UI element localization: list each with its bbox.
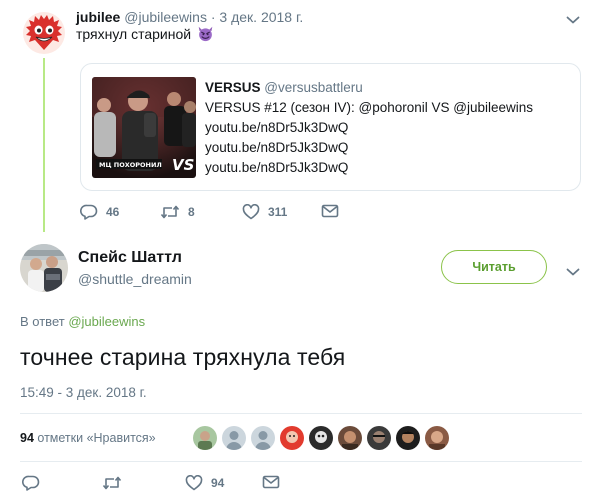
liker-avatar-image <box>396 426 420 450</box>
divider <box>20 413 582 414</box>
liker-avatar-image <box>338 426 362 450</box>
liker-avatar[interactable] <box>309 426 333 450</box>
card-link: youtu.be/n8Dr5Jk3DwQ <box>205 140 349 155</box>
default-avatar-image <box>222 426 246 450</box>
jubilee-heart-avatar-icon <box>23 12 65 54</box>
avatar[interactable] <box>20 244 68 292</box>
like-count: 94 <box>211 476 225 490</box>
parent-tweet-body: тряхнул стариной <box>76 26 192 42</box>
retweet-icon <box>102 476 122 490</box>
liker-avatar[interactable] <box>193 426 217 450</box>
retweet-icon <box>160 205 180 219</box>
liker-avatar[interactable] <box>338 426 362 450</box>
author-handle[interactable]: @shuttle_dreamin <box>78 270 192 288</box>
default-avatar-image <box>251 426 275 450</box>
chevron-down-icon <box>566 16 580 24</box>
card-thumbnail[interactable]: МЦ ПОХОРОНИЛ VS <box>92 77 196 178</box>
author-name[interactable]: jubilee <box>76 9 120 25</box>
liker-avatar-image <box>309 426 333 450</box>
header-separator: · <box>210 9 216 25</box>
retweet-count: 8 <box>188 205 195 219</box>
battle-photo-image: МЦ ПОХОРОНИЛ VS <box>92 77 196 178</box>
liker-avatar-image <box>425 426 449 450</box>
liker-avatar[interactable] <box>251 426 275 450</box>
main-tweet-menu-button[interactable] <box>566 264 580 282</box>
liker-avatar-image <box>193 426 217 450</box>
card-author-name: VERSUS <box>205 80 261 95</box>
likes-summary[interactable]: 94 отметки «Нравится» <box>20 430 156 446</box>
direct-message-button[interactable] <box>262 475 280 489</box>
envelope-icon <box>262 475 280 489</box>
retweet-button[interactable]: 8 <box>160 204 195 220</box>
envelope-icon <box>321 204 339 218</box>
chevron-down-icon <box>566 268 580 276</box>
liker-avatar-image <box>367 426 391 450</box>
card-link: youtu.be/n8Dr5Jk3DwQ <box>205 160 349 175</box>
author-handle[interactable]: @jubileewins <box>124 9 207 25</box>
retweet-button[interactable] <box>102 475 130 491</box>
reply-icon <box>80 204 98 220</box>
likes-label: отметки «Нравится» <box>37 431 156 445</box>
card-title: VERSUS #12 (сезон IV): @pohoronil VS @ju… <box>205 100 534 115</box>
card-header: VERSUS @versusbattleru <box>205 79 363 97</box>
reply-mention-link[interactable]: @jubileewins <box>68 314 145 329</box>
main-tweet-actions: 94 <box>22 475 322 497</box>
reply-count: 46 <box>106 205 120 219</box>
heart-icon <box>242 204 260 220</box>
liker-avatar[interactable] <box>222 426 246 450</box>
reply-prefix: В ответ <box>20 314 65 329</box>
author-name[interactable]: Спейс Шаттл <box>78 248 182 268</box>
main-tweet-text: точнее старина тряхнула тебя <box>20 344 346 370</box>
thread-connector-line <box>43 58 45 232</box>
like-button[interactable]: 94 <box>185 475 224 491</box>
like-button[interactable]: 311 <box>242 204 287 220</box>
likes-count: 94 <box>20 431 34 445</box>
follow-button[interactable]: Читать <box>441 250 547 284</box>
thumb-caption: МЦ ПОХОРОНИЛ <box>99 161 162 169</box>
direct-message-button[interactable] <box>321 204 339 218</box>
reply-button[interactable]: 46 <box>80 204 119 220</box>
avatar[interactable] <box>23 12 65 54</box>
divider <box>20 461 582 462</box>
parent-tweet-menu-button[interactable] <box>566 12 580 30</box>
card-link: youtu.be/n8Dr5Jk3DwQ <box>205 120 349 135</box>
liker-avatar[interactable] <box>396 426 420 450</box>
smiling-imp-emoji-icon <box>198 26 213 42</box>
reply-button[interactable] <box>22 475 48 491</box>
liker-avatar[interactable] <box>280 426 304 450</box>
reply-icon <box>22 475 40 491</box>
tweet-timestamp[interactable]: 15:49 - 3 дек. 2018 г. <box>20 384 147 402</box>
heart-icon <box>185 475 203 491</box>
liker-avatar-image <box>280 426 304 450</box>
parent-tweet-header: jubilee @jubileewins · 3 дек. 2018 г. <box>76 8 303 26</box>
card-author-handle: @versusbattleru <box>264 80 363 95</box>
like-count: 311 <box>268 205 288 219</box>
shuttle-avatar-image <box>20 244 68 292</box>
liker-avatar[interactable] <box>425 426 449 450</box>
parent-tweet-text: тряхнул стариной <box>76 25 214 43</box>
versus-logo: VS <box>172 156 194 174</box>
liker-avatar[interactable] <box>367 426 391 450</box>
tweet-date[interactable]: 3 дек. 2018 г. <box>219 9 303 25</box>
parent-tweet-actions: 46 8 311 <box>80 204 380 226</box>
reply-context: В ответ @jubileewins <box>20 314 145 330</box>
